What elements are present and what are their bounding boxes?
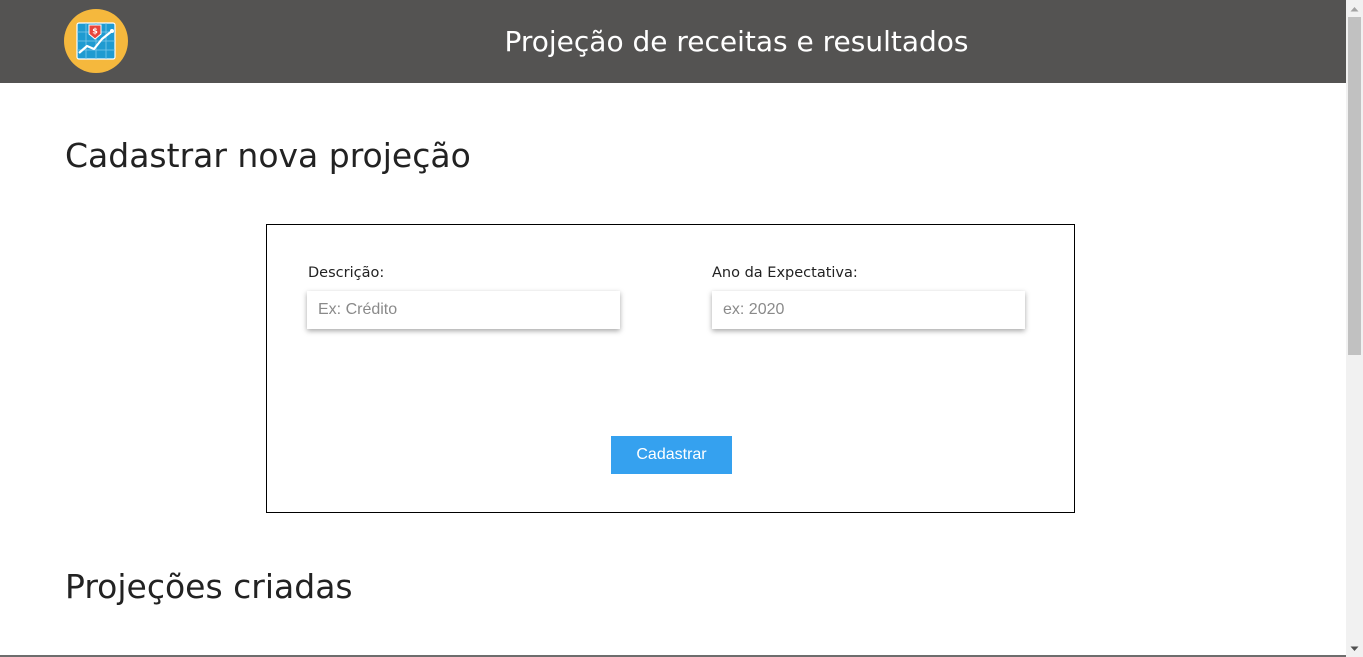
app-header: $ Projeção de receitas e resultados xyxy=(0,0,1346,83)
description-input[interactable] xyxy=(307,291,620,329)
new-projection-heading: Cadastrar nova projeção xyxy=(65,136,471,175)
year-label: Ano da Expectativa: xyxy=(712,265,858,281)
scroll-down-arrow-icon[interactable] xyxy=(1346,640,1363,657)
scroll-up-arrow-icon[interactable] xyxy=(1346,0,1363,17)
page: $ Projeção de receitas e resultados Cada… xyxy=(0,0,1363,657)
vertical-scrollbar[interactable] xyxy=(1346,0,1363,657)
scrollbar-thumb[interactable] xyxy=(1348,17,1361,355)
year-input[interactable] xyxy=(712,291,1025,329)
cadastrar-button[interactable]: Cadastrar xyxy=(611,436,732,474)
svg-text:$: $ xyxy=(92,27,98,36)
chart-growth-logo-icon[interactable]: $ xyxy=(64,9,128,73)
app-title: Projeção de receitas e resultados xyxy=(504,25,969,58)
new-projection-form: Descrição: Ano da Expectativa: Cadastrar xyxy=(266,224,1075,513)
created-projections-heading: Projeções criadas xyxy=(65,567,353,606)
description-label: Descrição: xyxy=(308,265,385,281)
